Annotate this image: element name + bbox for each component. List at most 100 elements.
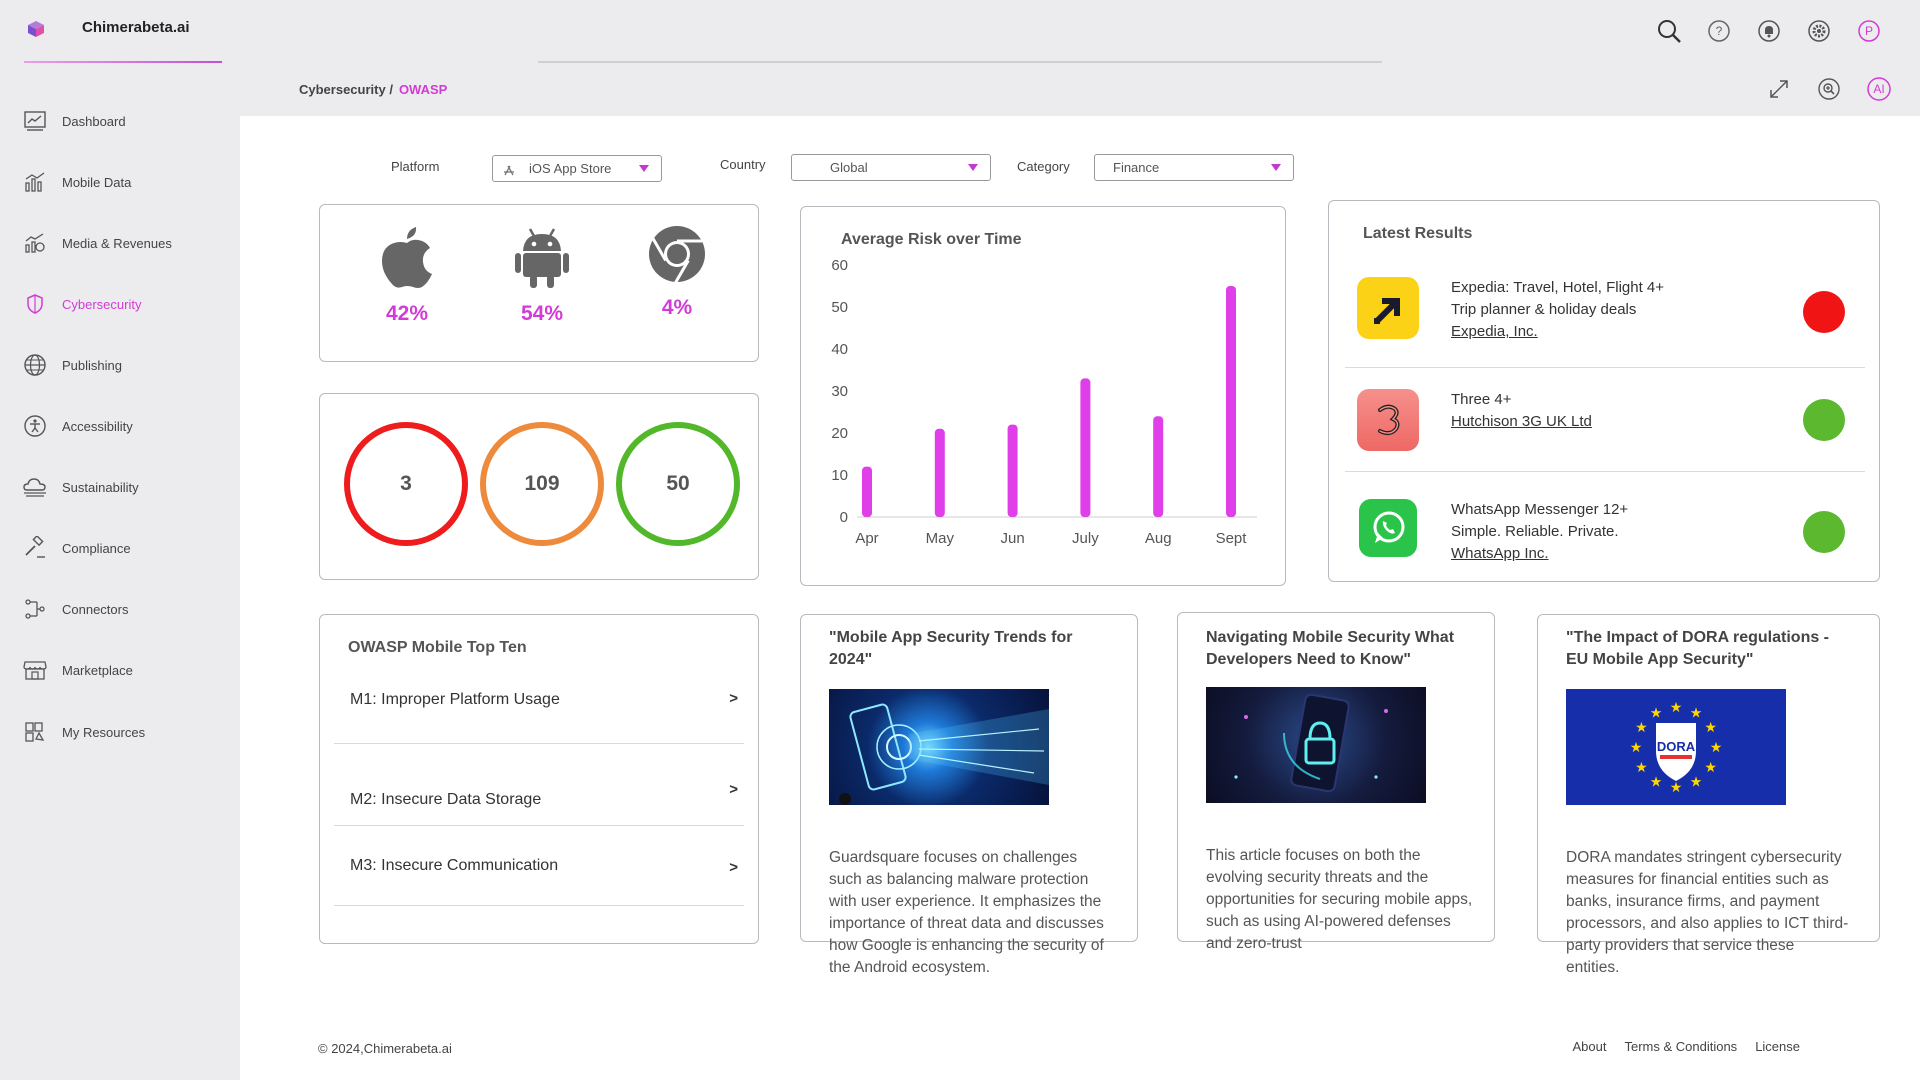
sidebar-item-label: Publishing bbox=[62, 357, 122, 373]
app-publisher-link[interactable]: WhatsApp Inc. bbox=[1451, 543, 1628, 565]
app-name: WhatsApp Messenger 12+ bbox=[1451, 501, 1629, 518]
platform-share-value: 42% bbox=[385, 302, 429, 325]
country-select[interactable]: Global bbox=[791, 154, 991, 181]
chart-bar[interactable] bbox=[1080, 378, 1091, 517]
breadcrumb-parent[interactable]: Cybersecurity / bbox=[299, 82, 393, 97]
sidebar-item-compliance[interactable]: Compliance bbox=[22, 533, 232, 563]
sidebar-item-label: Cybersecurity bbox=[62, 296, 142, 312]
divider bbox=[334, 905, 744, 906]
article-card-navigating-security[interactable]: Navigating Mobile Security What Develope… bbox=[1177, 612, 1495, 952]
sidebar-item-label: Marketplace bbox=[62, 662, 133, 678]
sidebar-item-publishing[interactable]: Publishing bbox=[22, 350, 232, 380]
article-card-dora[interactable]: "The Impact of DORA regulations - EU Mob… bbox=[1537, 614, 1880, 976]
sidebar-item-accessibility[interactable]: Accessibility bbox=[22, 411, 232, 441]
globe-icon bbox=[22, 352, 48, 378]
y-tick-label: 30 bbox=[831, 383, 848, 400]
owasp-item-m1[interactable]: M1: Improper Platform Usage > bbox=[334, 681, 744, 721]
eu-star-icon: ★ bbox=[1635, 720, 1648, 736]
chart-bar[interactable] bbox=[1226, 286, 1236, 517]
footer-link-terms[interactable]: Terms & Conditions bbox=[1624, 1039, 1737, 1054]
chevron-right-icon: > bbox=[729, 859, 738, 876]
risk-counts-card: 3 109 50 bbox=[319, 393, 759, 580]
app-publisher-link[interactable]: Expedia, Inc. bbox=[1451, 321, 1664, 343]
sidebar-item-label: Accessibility bbox=[62, 418, 133, 434]
platform-share-chrome: 4% bbox=[637, 225, 717, 320]
profile-avatar[interactable]: P bbox=[1854, 16, 1884, 46]
owasp-top-ten-card: OWASP Mobile Top Ten M1: Improper Platfo… bbox=[319, 614, 759, 944]
profile-initial: P bbox=[1864, 24, 1873, 38]
article-title[interactable]: "Mobile App Security Trends for 2024" bbox=[829, 627, 1109, 671]
latest-results-card: Latest Results Expedia: Travel, Hotel, F… bbox=[1328, 200, 1880, 582]
ai-assistant-button[interactable]: AI bbox=[1864, 74, 1894, 104]
app-publisher-link[interactable]: Hutchison 3G UK Ltd bbox=[1451, 411, 1592, 433]
latest-result-text: Three 4+ Hutchison 3G UK Ltd bbox=[1451, 389, 1592, 433]
eu-star-icon: ★ bbox=[1710, 740, 1723, 756]
article-title[interactable]: Navigating Mobile Security What Develope… bbox=[1206, 627, 1476, 671]
bell-icon[interactable] bbox=[1754, 16, 1784, 46]
search-icon[interactable] bbox=[1654, 16, 1684, 46]
status-indicator-green bbox=[1803, 399, 1845, 441]
article-image-phone-shield bbox=[829, 689, 1049, 805]
x-tick-label: Apr bbox=[855, 530, 878, 547]
chart-bar[interactable] bbox=[862, 466, 872, 517]
sidebar-item-my-resources[interactable]: My Resources bbox=[22, 717, 232, 747]
breadcrumb: Cybersecurity / OWASP bbox=[299, 82, 447, 97]
dora-badge-text: DORA bbox=[1657, 739, 1696, 754]
latest-result-row[interactable]: WhatsApp Messenger 12+ Simple. Reliable.… bbox=[1347, 499, 1865, 569]
breadcrumb-bar: Cybersecurity / OWASP AI bbox=[240, 66, 1920, 116]
zoom-icon[interactable] bbox=[1814, 74, 1844, 104]
platform-share-apple: 42% bbox=[367, 225, 447, 326]
footer-links: About Terms & Conditions License bbox=[1554, 1039, 1800, 1054]
owasp-item-m2[interactable]: M2: Insecure Data Storage > bbox=[334, 781, 744, 821]
sidebar-item-cybersecurity[interactable]: Cybersecurity bbox=[22, 289, 232, 319]
latest-result-row[interactable]: Three 4+ Hutchison 3G UK Ltd bbox=[1347, 389, 1865, 455]
category-select[interactable]: Finance bbox=[1094, 154, 1294, 181]
sidebar-item-connectors[interactable]: Connectors bbox=[22, 594, 232, 624]
status-indicator-red bbox=[1803, 291, 1845, 333]
eu-star-icon: ★ bbox=[1650, 705, 1663, 721]
chevron-right-icon: > bbox=[729, 690, 738, 707]
main-content: Platform iOS App Store Country Global Ca… bbox=[240, 116, 1920, 1080]
settings-icon[interactable] bbox=[1804, 16, 1834, 46]
platform-select[interactable]: iOS App Store bbox=[492, 155, 662, 182]
help-icon[interactable]: ? bbox=[1704, 16, 1734, 46]
sidebar-item-sustainability[interactable]: Sustainability bbox=[22, 472, 232, 502]
footer-link-about[interactable]: About bbox=[1572, 1039, 1606, 1054]
sidebar-item-marketplace[interactable]: Marketplace bbox=[22, 655, 232, 685]
article-card-trends-2024[interactable]: "Mobile App Security Trends for 2024" Gu… bbox=[800, 614, 1138, 976]
platform-share-value: 54% bbox=[520, 302, 564, 325]
chart-bar[interactable] bbox=[934, 428, 945, 517]
owasp-item-m3[interactable]: M3: Insecure Communication > bbox=[334, 847, 744, 887]
chart-bar[interactable] bbox=[1007, 424, 1018, 517]
sidebar-item-dashboard[interactable]: Dashboard bbox=[22, 106, 232, 136]
average-risk-chart-card: Average Risk over Time 0 10 20 30 40 50 60 Apr M… bbox=[800, 206, 1286, 586]
shield-icon bbox=[22, 291, 48, 317]
sidebar-item-label: Media & Revenues bbox=[62, 235, 172, 251]
latest-result-row[interactable]: Expedia: Travel, Hotel, Flight 4+ Trip p… bbox=[1347, 277, 1865, 357]
article-title[interactable]: "The Impact of DORA regulations - EU Mob… bbox=[1566, 627, 1846, 671]
footer-copyright: © 2024,Chimerabeta.ai bbox=[318, 1041, 452, 1056]
expand-icon[interactable] bbox=[1764, 74, 1794, 104]
platform-value: iOS App Store bbox=[529, 161, 612, 176]
platform-share-value: 4% bbox=[661, 296, 693, 319]
top-icon-bar: ? P bbox=[1634, 16, 1884, 46]
sidebar-item-label: Connectors bbox=[62, 601, 129, 617]
sidebar-item-label: Mobile Data bbox=[62, 174, 132, 190]
y-tick-label: 10 bbox=[831, 467, 848, 484]
expedia-app-icon bbox=[1357, 277, 1419, 339]
sidebar-item-media-revenues[interactable]: Media & Revenues bbox=[22, 228, 232, 258]
footer-link-license[interactable]: License bbox=[1755, 1039, 1800, 1054]
ai-label: AI bbox=[1873, 82, 1885, 96]
divider bbox=[334, 743, 744, 744]
media-revenue-icon bbox=[22, 230, 48, 256]
brand-underline bbox=[24, 61, 222, 63]
y-tick-label: 20 bbox=[831, 425, 848, 442]
sidebar-item-label: Sustainability bbox=[62, 479, 139, 495]
chart-bar[interactable] bbox=[1153, 416, 1164, 517]
sidebar-item-mobile-data[interactable]: Mobile Data bbox=[22, 167, 232, 197]
chevron-down-icon bbox=[968, 164, 978, 171]
top-divider bbox=[538, 61, 1382, 63]
owasp-item-label: M2: Insecure Data Storage bbox=[350, 791, 542, 808]
owasp-item-label: M1: Improper Platform Usage bbox=[350, 691, 560, 708]
store-icon bbox=[22, 657, 48, 683]
